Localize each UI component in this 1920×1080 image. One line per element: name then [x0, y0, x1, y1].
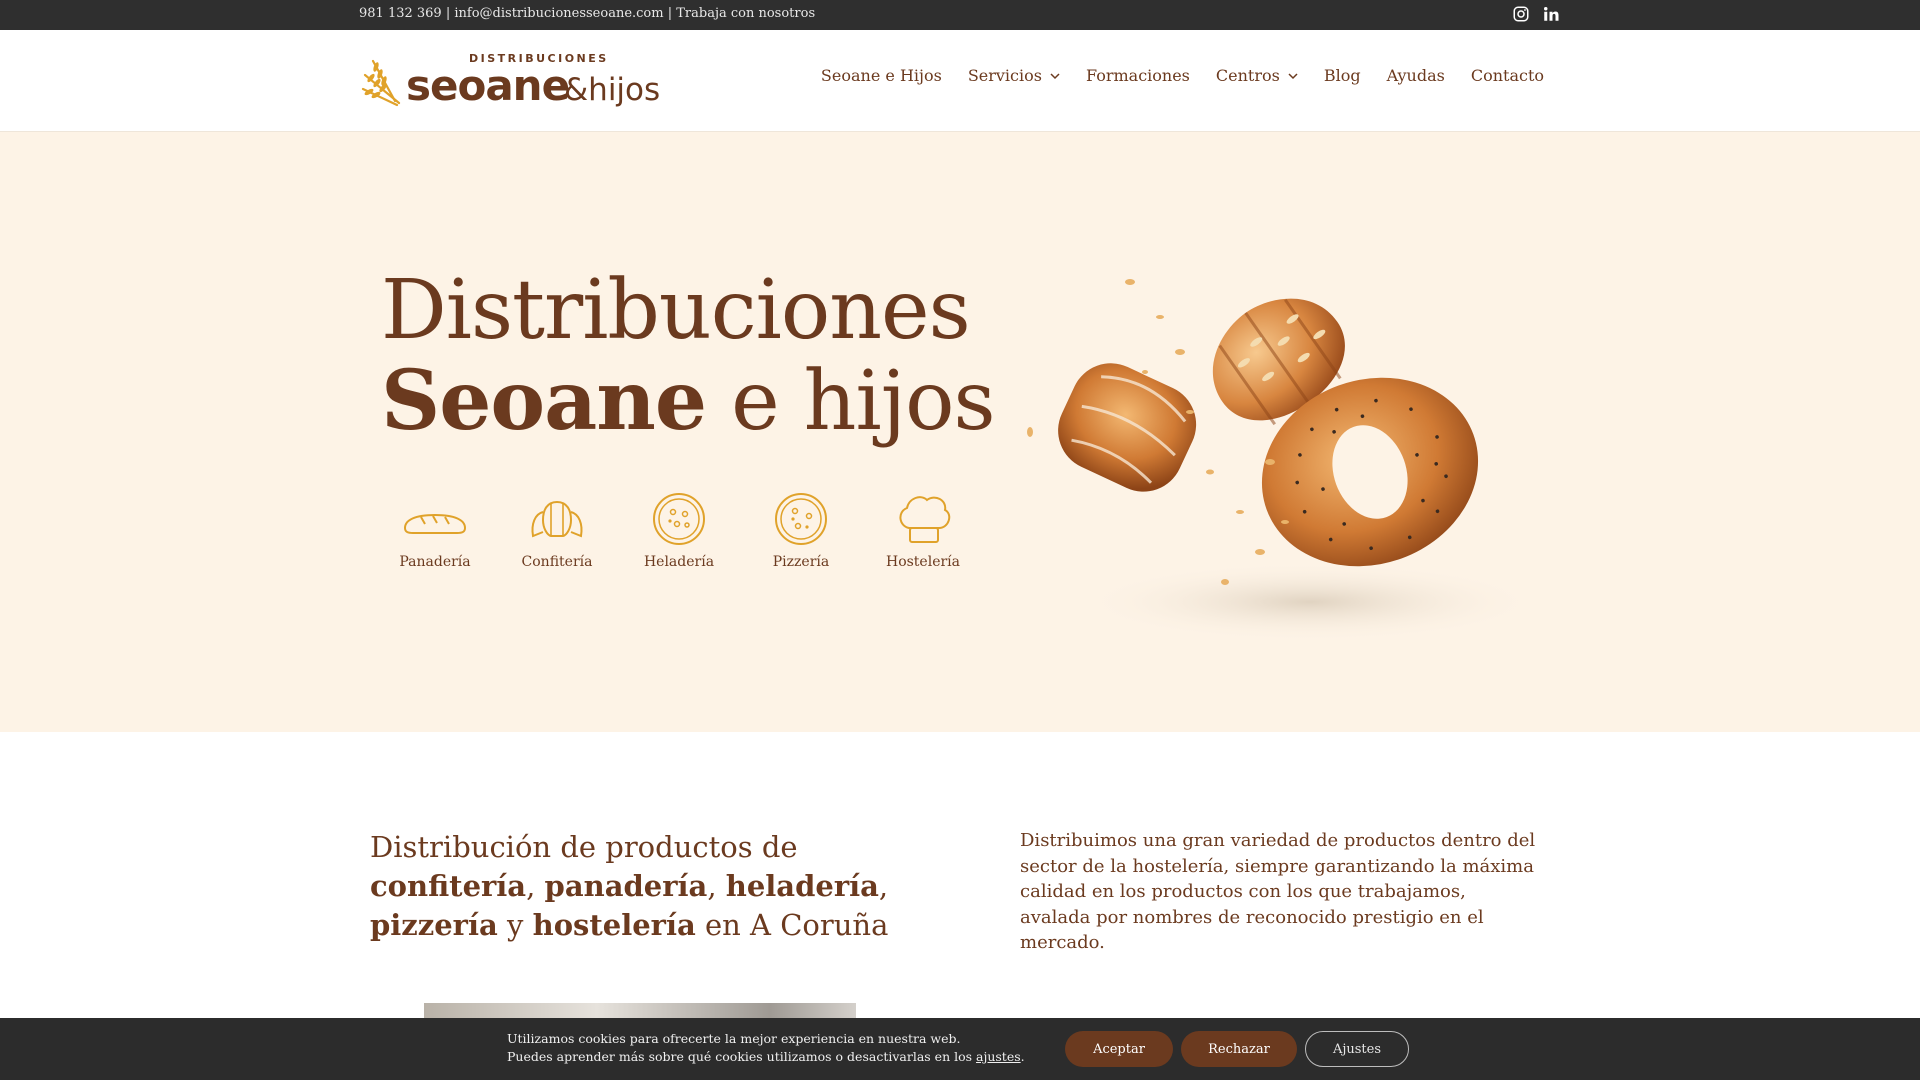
phone-link[interactable]: 981 132 369 [359, 6, 442, 21]
cookie-message: Utilizamos cookies para ofrecerte la mej… [507, 1031, 1025, 1064]
cookie-settings-button[interactable]: Ajustes [1305, 1031, 1409, 1067]
hero-section: Distribuciones Seoane e hijos Panadería … [0, 132, 1920, 732]
chevron-down-icon [1050, 72, 1060, 79]
croissant-icon [531, 500, 583, 538]
intro-paragraph: Distribuimos una gran variedad de produc… [1020, 830, 1536, 953]
category-hosteleria[interactable]: Hostelería [862, 490, 984, 570]
nav-item-seoane-e-hijos[interactable]: Seoane e Hijos [821, 66, 942, 85]
category-list: Panadería Confitería Heladería Pizzería … [374, 490, 984, 570]
reject-cookies-button[interactable]: Rechazar [1181, 1031, 1297, 1067]
ice-cream-icon [653, 493, 705, 545]
jobs-link[interactable]: Trabaja con nosotros [676, 6, 815, 21]
nav-item-ayudas[interactable]: Ayudas [1387, 66, 1445, 85]
pastry-illustration [1027, 279, 1540, 642]
nav-item-blog[interactable]: Blog [1324, 66, 1361, 85]
social-links [1512, 5, 1560, 23]
top-contact: 981 132 369 | info@distribucionesseoane.… [359, 6, 816, 21]
wheat-icon [361, 59, 401, 107]
intro-heading: Distribución de productos de confitería,… [370, 830, 889, 942]
linkedin-icon[interactable] [1542, 5, 1560, 23]
category-confiteria[interactable]: Confitería [496, 490, 618, 570]
pizza-icon [775, 493, 827, 545]
chevron-down-icon [1288, 72, 1298, 79]
top-bar: 981 132 369 | info@distribucionesseoane.… [0, 0, 1920, 30]
nav-item-centros[interactable]: Centros [1216, 66, 1298, 85]
accept-cookies-button[interactable]: Aceptar [1065, 1031, 1173, 1067]
logo-sub-text: &hijos [564, 72, 661, 108]
category-panaderia[interactable]: Panadería [374, 490, 496, 570]
cookie-banner: Utilizamos cookies para ofrecerte la mej… [0, 1018, 1920, 1080]
instagram-icon[interactable] [1512, 5, 1530, 23]
site-header: DISTRIBUCIONES seoane &hijos Seoane e Hi… [0, 30, 1920, 132]
main-nav: Seoane e Hijos Servicios Formaciones Cen… [795, 66, 1544, 85]
category-heladeria[interactable]: Heladería [618, 490, 740, 570]
site-logo[interactable]: DISTRIBUCIONES seoane &hijos [359, 50, 664, 110]
nav-item-contacto[interactable]: Contacto [1471, 66, 1544, 85]
category-pizzeria[interactable]: Pizzería [740, 490, 862, 570]
nav-item-formaciones[interactable]: Formaciones [1086, 66, 1190, 85]
cookie-settings-link[interactable]: ajustes [976, 1049, 1021, 1064]
email-link[interactable]: info@distribucionesseoane.com [454, 6, 663, 21]
nav-item-servicios[interactable]: Servicios [968, 66, 1060, 85]
hero-title: Distribuciones Seoane e hijos [381, 263, 996, 449]
logo-main-text: seoane [406, 61, 570, 110]
bread-icon [403, 513, 467, 534]
chef-hat-icon [899, 496, 951, 543]
